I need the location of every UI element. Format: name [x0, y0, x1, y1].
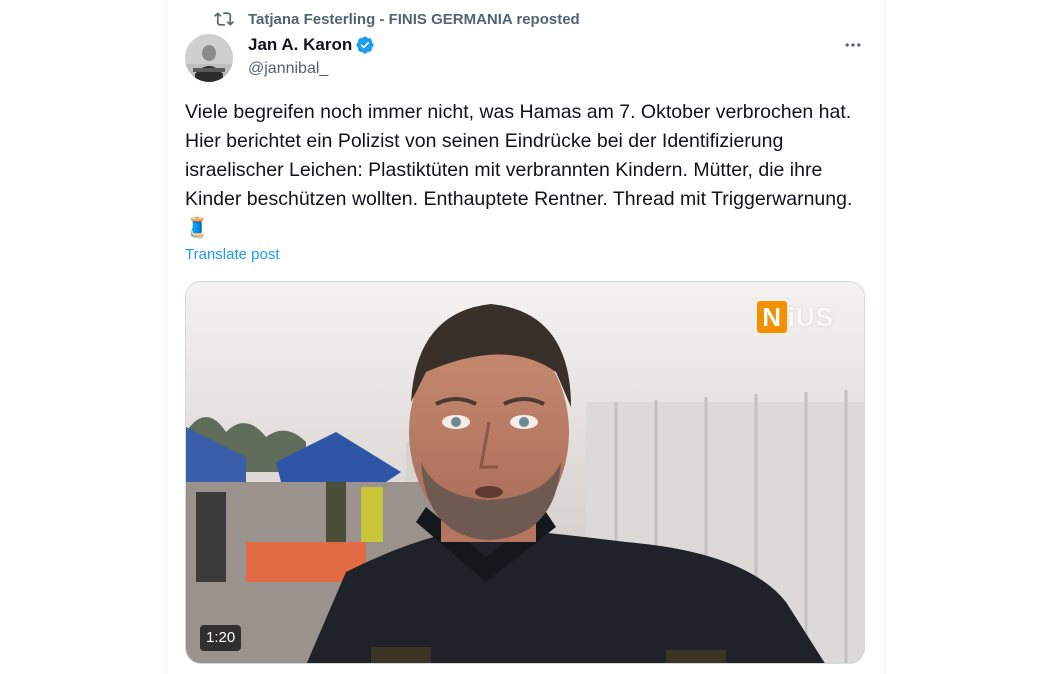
repost-icon	[214, 12, 234, 26]
nius-watermark-logo: N iUS	[756, 300, 834, 334]
avatar-image	[185, 34, 233, 82]
column-border-left	[166, 0, 167, 674]
repost-label[interactable]: Tatjana Festerling - FINIS GERMANIA repo…	[248, 11, 580, 28]
video-player[interactable]: N iUS 1:20	[185, 281, 865, 664]
more-dots-icon	[845, 43, 861, 47]
video-thumbnail	[186, 282, 864, 663]
author-name-row[interactable]: Jan A. Karon	[248, 34, 375, 56]
video-duration-badge: 1:20	[200, 625, 242, 651]
more-options-button[interactable]	[836, 30, 870, 60]
verified-badge-icon	[356, 36, 374, 54]
nius-logo-rest: iUS	[787, 301, 834, 332]
column-border-right	[884, 0, 885, 674]
translate-post-link[interactable]: Translate post	[185, 246, 280, 263]
author-name[interactable]: Jan A. Karon	[248, 35, 352, 55]
nius-logo-letter: N	[756, 301, 787, 333]
repost-header[interactable]: Tatjana Festerling - FINIS GERMANIA repo…	[214, 8, 580, 30]
author-handle[interactable]: @jannibal_	[248, 60, 328, 78]
post-text: Viele begreifen noch immer nicht, was Ha…	[185, 101, 853, 239]
author-avatar[interactable]	[185, 34, 233, 82]
